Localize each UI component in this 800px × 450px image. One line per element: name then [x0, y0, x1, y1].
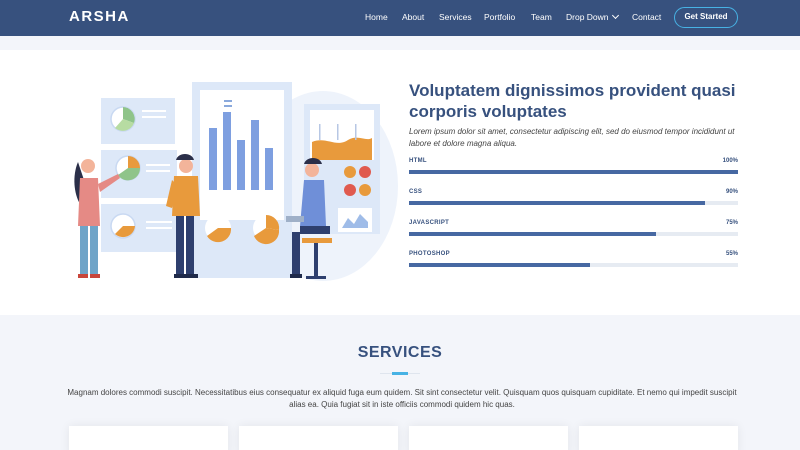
- get-started-button[interactable]: Get Started: [674, 7, 738, 28]
- nav-about[interactable]: About: [402, 12, 424, 22]
- skill-name: PHOTOSHOP: [409, 251, 450, 257]
- services-description: Magnam dolores commodi suscipit. Necessi…: [67, 388, 737, 409]
- skill-photoshop: PHOTOSHOP 55%: [409, 251, 738, 269]
- skill-name: CSS: [409, 189, 423, 195]
- nav-dropdown-label: Drop Down: [566, 12, 609, 22]
- skill-bar: [409, 232, 656, 236]
- skill-track: [409, 263, 738, 267]
- service-card[interactable]: [69, 426, 228, 450]
- skill-track: [409, 170, 738, 174]
- services-accent-line: [392, 372, 408, 375]
- skill-value: 55%: [725, 251, 738, 257]
- nav-team[interactable]: Team: [531, 12, 552, 22]
- skills-description: Lorem ipsum dolor sit amet, consectetur …: [409, 127, 735, 148]
- chevron-down-icon: [611, 11, 619, 20]
- skill-html: HTML 100%: [409, 158, 738, 176]
- skill-bar: [409, 201, 706, 205]
- skill-value: 100%: [722, 158, 738, 164]
- skills-illustration: [74, 82, 398, 281]
- skill-value: 90%: [725, 189, 738, 195]
- skill-track: [409, 232, 738, 236]
- nav-contact[interactable]: Contact: [632, 12, 661, 22]
- skill-name: HTML: [409, 158, 427, 164]
- skill-name: JAVASCRIPT: [409, 220, 450, 226]
- skill-css: CSS 90%: [409, 189, 738, 207]
- skill-bar: [409, 170, 738, 174]
- service-card[interactable]: [239, 426, 398, 450]
- skills-section: Voluptatem dignissimos provident quasi c…: [0, 50, 800, 315]
- nav-services[interactable]: Services: [439, 12, 472, 22]
- site-header: ARSHA Home About Services Portfolio Team…: [0, 0, 800, 36]
- nav-dropdown[interactable]: Drop Down: [566, 11, 619, 22]
- skill-bar: [409, 263, 590, 267]
- skill-javascript: JAVASCRIPT 75%: [409, 220, 738, 238]
- service-card[interactable]: [409, 426, 568, 450]
- skill-value: 75%: [725, 220, 738, 226]
- skills-title: Voluptatem dignissimos provident quasi c…: [409, 81, 736, 121]
- skill-track: [409, 201, 738, 205]
- service-card[interactable]: [579, 426, 738, 450]
- nav-portfolio[interactable]: Portfolio: [484, 12, 515, 22]
- services-title: SERVICES: [357, 344, 443, 361]
- nav-home[interactable]: Home: [365, 12, 388, 22]
